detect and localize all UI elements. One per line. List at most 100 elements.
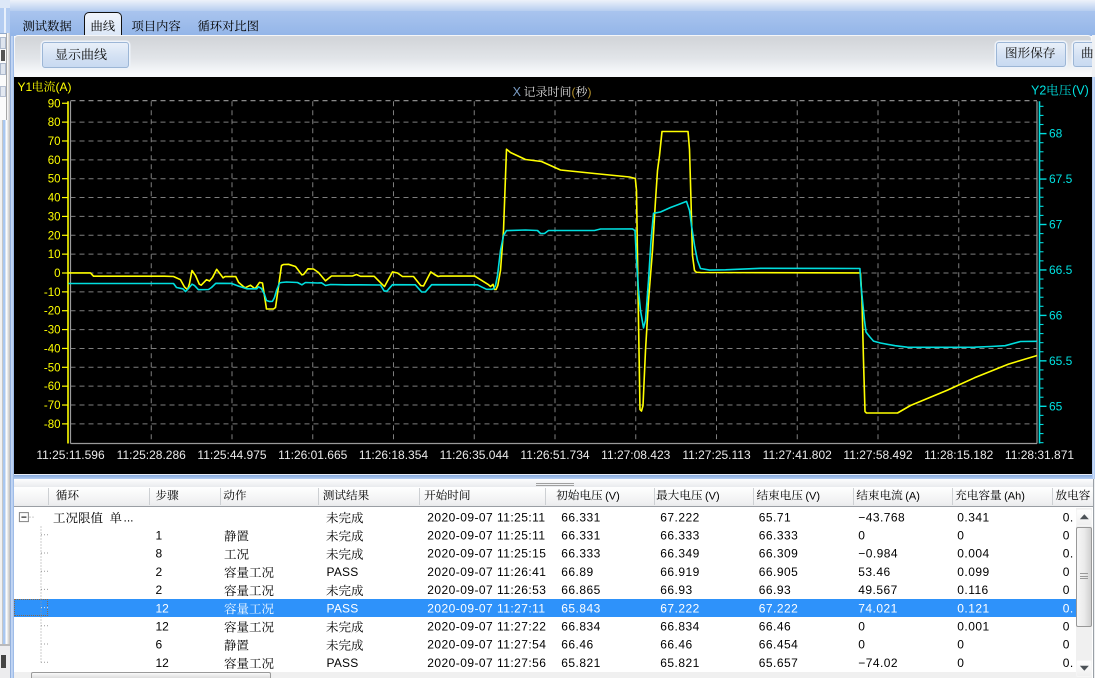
- svg-text:): ): [588, 85, 592, 99]
- svg-text:11:26:51.734: 11:26:51.734: [520, 448, 590, 462]
- svg-text:-40: -40: [43, 343, 60, 355]
- svg-text:20: 20: [47, 230, 60, 242]
- svg-text:11:26:35.044: 11:26:35.044: [439, 448, 509, 462]
- svg-text:PASS: PASS: [327, 656, 359, 670]
- svg-text:66.93: 66.93: [660, 583, 692, 597]
- svg-text:2020-09-07 11:25:11: 2020-09-07 11:25:11: [427, 529, 545, 543]
- svg-text:0: 0: [1063, 529, 1070, 543]
- svg-text:0: 0: [957, 529, 964, 543]
- svg-text:66.93: 66.93: [759, 583, 791, 597]
- svg-text:0.099: 0.099: [957, 565, 989, 579]
- svg-text:66.333: 66.333: [759, 529, 798, 543]
- svg-text:11:25:44.975: 11:25:44.975: [197, 448, 267, 462]
- svg-text:X: X: [513, 85, 522, 99]
- svg-text:65.821: 65.821: [660, 656, 699, 670]
- svg-text:65.821: 65.821: [561, 656, 600, 670]
- svg-text:67.222: 67.222: [660, 510, 699, 524]
- svg-text:66.331: 66.331: [561, 529, 600, 543]
- svg-text:66.834: 66.834: [660, 620, 699, 634]
- svg-text:−0.984: −0.984: [858, 547, 898, 561]
- svg-text:11:26:01.665: 11:26:01.665: [278, 448, 348, 462]
- svg-text:2: 2: [156, 583, 163, 597]
- svg-text:66.919: 66.919: [660, 565, 699, 579]
- svg-text:67.222: 67.222: [759, 601, 798, 615]
- svg-text:90: 90: [47, 98, 60, 110]
- svg-text:0: 0: [1063, 565, 1070, 579]
- svg-text:-70: -70: [43, 400, 60, 412]
- svg-text:(: (: [572, 85, 576, 99]
- svg-text:(A): (A): [56, 80, 72, 94]
- svg-text:67: 67: [1049, 217, 1063, 231]
- svg-text:8: 8: [156, 547, 163, 561]
- svg-text:...: ...: [124, 510, 134, 524]
- svg-text:0: 0: [858, 529, 865, 543]
- svg-text:(V): (V): [805, 490, 820, 502]
- svg-text:2020-09-07 11:27:56: 2020-09-07 11:27:56: [427, 656, 546, 670]
- svg-text:PASS: PASS: [327, 565, 359, 579]
- svg-text:53.46: 53.46: [858, 565, 890, 579]
- svg-text:65.657: 65.657: [759, 656, 798, 670]
- svg-text:11:28:15.182: 11:28:15.182: [924, 448, 994, 462]
- svg-text:−74.02: −74.02: [858, 656, 898, 670]
- svg-text:12: 12: [156, 656, 170, 670]
- svg-text:0.: 0.: [1063, 510, 1074, 524]
- svg-text:0: 0: [54, 268, 60, 280]
- svg-text:66.309: 66.309: [759, 547, 798, 561]
- svg-text:60: 60: [47, 154, 60, 166]
- svg-text:2020-09-07 11:25:15: 2020-09-07 11:25:15: [427, 547, 546, 561]
- svg-text:12: 12: [156, 620, 170, 634]
- svg-text:67.5: 67.5: [1049, 172, 1073, 186]
- svg-text:66.46: 66.46: [660, 638, 692, 652]
- svg-text:66.865: 66.865: [561, 583, 600, 597]
- svg-text:0: 0: [957, 656, 964, 670]
- svg-text:2020-09-07 11:27:54: 2020-09-07 11:27:54: [427, 638, 546, 652]
- svg-text:2020-09-07 11:26:41: 2020-09-07 11:26:41: [427, 565, 546, 579]
- svg-text:2020-09-07 11:27:22: 2020-09-07 11:27:22: [427, 620, 546, 634]
- svg-text:68: 68: [1049, 126, 1063, 140]
- svg-text:0: 0: [1063, 620, 1070, 634]
- svg-text:66.905: 66.905: [759, 565, 798, 579]
- svg-text:65.71: 65.71: [759, 510, 791, 524]
- svg-text:74.021: 74.021: [858, 601, 897, 615]
- svg-text:−43.768: −43.768: [858, 510, 905, 524]
- svg-text:Y1: Y1: [18, 80, 33, 94]
- svg-text:0.: 0.: [1063, 656, 1074, 670]
- svg-text:0.001: 0.001: [957, 620, 989, 634]
- svg-text:80: 80: [47, 117, 60, 129]
- svg-text:0.: 0.: [1063, 601, 1074, 615]
- svg-text:66.5: 66.5: [1049, 262, 1073, 276]
- svg-text:10: 10: [47, 249, 60, 261]
- svg-text:66.349: 66.349: [660, 547, 699, 561]
- svg-text:11:26:18.354: 11:26:18.354: [358, 448, 428, 462]
- svg-text:-20: -20: [43, 305, 60, 317]
- svg-text:PASS: PASS: [327, 601, 359, 615]
- svg-text:66.89: 66.89: [561, 565, 593, 579]
- svg-text:66.333: 66.333: [561, 547, 600, 561]
- svg-text:70: 70: [47, 135, 60, 147]
- svg-text:(A): (A): [905, 490, 920, 502]
- svg-text:2020-09-07 11:25:11: 2020-09-07 11:25:11: [427, 510, 545, 524]
- svg-text:65.5: 65.5: [1049, 353, 1073, 367]
- svg-text:12: 12: [156, 601, 170, 615]
- svg-text:65.843: 65.843: [561, 601, 600, 615]
- svg-text:11:27:58.492: 11:27:58.492: [843, 448, 913, 462]
- svg-text:1: 1: [156, 529, 163, 543]
- svg-text:66.454: 66.454: [759, 638, 798, 652]
- svg-text:(Ah): (Ah): [1004, 490, 1025, 502]
- svg-text:0: 0: [1063, 638, 1070, 652]
- svg-text:11:25:28.286: 11:25:28.286: [116, 448, 186, 462]
- svg-text:11:27:08.423: 11:27:08.423: [601, 448, 671, 462]
- svg-text:(V): (V): [705, 490, 720, 502]
- svg-text:0.341: 0.341: [957, 510, 989, 524]
- svg-text:66.46: 66.46: [561, 638, 593, 652]
- svg-text:66: 66: [1049, 308, 1063, 322]
- svg-text:0.116: 0.116: [957, 583, 988, 597]
- svg-text:Y2: Y2: [1031, 84, 1046, 98]
- svg-text:-80: -80: [43, 418, 60, 430]
- svg-text:11:27:25.113: 11:27:25.113: [682, 448, 751, 462]
- svg-text:66.46: 66.46: [759, 620, 791, 634]
- svg-text:49.567: 49.567: [858, 583, 897, 597]
- svg-text:-10: -10: [43, 286, 60, 298]
- svg-text:30: 30: [47, 211, 60, 223]
- svg-text:6: 6: [156, 638, 163, 652]
